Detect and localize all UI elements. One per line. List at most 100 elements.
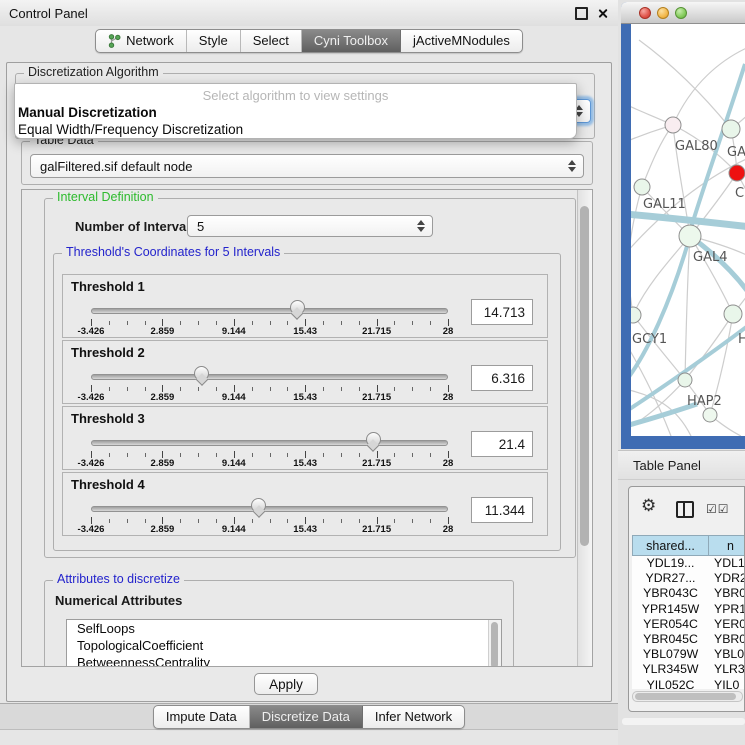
network-node[interactable] xyxy=(703,408,717,422)
threshold-4-slider-thumb[interactable] xyxy=(251,498,266,513)
columns-icon[interactable] xyxy=(676,501,694,518)
screen: Control Panel NetworkStyleSelectCyni Too… xyxy=(0,0,745,745)
threshold-1-label: Threshold 1 xyxy=(71,279,145,294)
attribute-item-betweennesscentrality[interactable]: BetweennessCentrality xyxy=(67,654,501,667)
threshold-3-slider-track[interactable] xyxy=(91,440,448,446)
threshold-2-slider-thumb[interactable] xyxy=(194,366,209,381)
threshold-4-value-field[interactable]: 11.344 xyxy=(471,497,533,523)
table-row[interactable]: YDL19...YDL1 xyxy=(632,556,745,571)
tab-jactivemnodules[interactable]: jActiveMNodules xyxy=(401,30,522,52)
tab-infer-network[interactable]: Infer Network xyxy=(363,706,464,728)
tab-select[interactable]: Select xyxy=(241,30,302,52)
number-of-intervals-combobox[interactable]: 5 xyxy=(187,215,433,237)
float-window-icon[interactable] xyxy=(575,7,588,20)
table-header-row: shared...n xyxy=(632,535,745,556)
table-hscrollbar-thumb[interactable] xyxy=(635,693,736,700)
teal-edge[interactable] xyxy=(631,236,690,382)
table-horizontal-scrollbar[interactable] xyxy=(632,691,743,702)
tab-cyni-toolbox-label: Cyni Toolbox xyxy=(314,33,388,48)
tab-cyni-toolbox[interactable]: Cyni Toolbox xyxy=(302,30,401,52)
tab-style[interactable]: Style xyxy=(187,30,241,52)
network-node[interactable] xyxy=(665,117,681,133)
attribute-item-selfloops[interactable]: SelfLoops xyxy=(67,620,501,637)
attribute-item-topologicalcoefficient[interactable]: TopologicalCoefficient xyxy=(67,637,501,654)
top-tab-bar: NetworkStyle Select Cyni Toolbox jActiveMNo… xyxy=(0,29,618,53)
threshold-1-value-field[interactable]: 14.713 xyxy=(471,299,533,325)
node-label-h: H xyxy=(738,332,745,347)
apply-button[interactable]: Apply xyxy=(254,673,318,695)
network-node[interactable] xyxy=(729,165,745,181)
table-rows: YDL19...YDL1YDR27...YDR2YBR043CYBR0YPR14… xyxy=(632,556,745,689)
table-row[interactable]: YBL079WYBL0 xyxy=(632,647,745,662)
gray-edge[interactable] xyxy=(690,236,733,314)
gray-edge[interactable] xyxy=(642,125,673,187)
attributes-group: Attributes to discretize Numerical Attri… xyxy=(44,580,514,667)
slider-ticks xyxy=(91,385,448,392)
network-graph: GAL80GACGAL11GAL4GCY1HHAP2 xyxy=(631,24,745,436)
zoom-traffic-light[interactable] xyxy=(675,7,687,19)
network-node[interactable] xyxy=(634,179,650,195)
tab-network[interactable]: Network xyxy=(96,30,187,52)
threshold-3-value-field[interactable]: 21.4 xyxy=(471,431,533,457)
table-row[interactable]: YBR045CYBR0 xyxy=(632,632,745,647)
table-row[interactable]: YLR345WYLR3 xyxy=(632,662,745,677)
column-header-2[interactable]: n xyxy=(709,535,745,556)
popup-item-equal-width-frequency-discretization[interactable]: Equal Width/Frequency Discretization xyxy=(15,121,576,138)
interval-definition-group-title: Interval Definition xyxy=(53,190,158,204)
network-node[interactable] xyxy=(724,305,742,323)
slider-ticks xyxy=(91,451,448,458)
table-row[interactable]: YER054CYER0 xyxy=(632,617,745,632)
tab-discretize-data[interactable]: Discretize Data xyxy=(250,706,363,728)
node-label-hap2: HAP2 xyxy=(687,394,722,409)
network-node[interactable] xyxy=(722,120,740,138)
column-header-1[interactable]: shared... xyxy=(632,535,709,556)
network-node[interactable] xyxy=(678,373,692,387)
table-row[interactable]: YDR27...YDR2 xyxy=(632,571,745,586)
gear-icon[interactable]: ⚙ xyxy=(641,498,656,515)
settings-vertical-scrollbar[interactable] xyxy=(577,190,592,666)
select-checkboxes-icon[interactable]: ☑☑ xyxy=(706,502,730,516)
attributes-scrollbar-thumb[interactable] xyxy=(491,622,498,667)
network-window-titlebar xyxy=(621,2,745,24)
settings-scrollpane: Interval Definition Number of Intervals … xyxy=(21,189,593,667)
threshold-2-value-field[interactable]: 6.316 xyxy=(471,365,533,391)
table-row[interactable]: YPR145WYPR1 xyxy=(632,602,745,617)
gray-edge[interactable] xyxy=(673,46,745,125)
teal-edge[interactable] xyxy=(690,236,745,296)
tab-select-label: Select xyxy=(253,33,289,48)
network-node[interactable] xyxy=(631,307,641,323)
attribute-items: SelfLoopsTopologicalCoefficientBetweenne… xyxy=(67,620,501,667)
tab-infer-network-label: Infer Network xyxy=(375,709,452,724)
right-region: GAL80GACGAL11GAL4GCY1HHAP2 Table Panel ⚙… xyxy=(618,0,745,745)
slider-tick-labels: -3.4262.8599.14415.4321.71528 xyxy=(91,458,448,469)
gray-edge[interactable] xyxy=(631,187,642,264)
settings-scrollbar-thumb[interactable] xyxy=(580,206,589,546)
threshold-3-box: Threshold 3-3.4262.8599.14415.4321.71528… xyxy=(62,406,548,470)
popup-item-manual-discretization[interactable]: Manual Discretization xyxy=(15,104,576,121)
attributes-list-scrollbar[interactable] xyxy=(488,620,501,667)
threshold-4-slider-track[interactable] xyxy=(91,506,448,512)
close-icon[interactable] xyxy=(597,8,608,19)
tab-impute-data[interactable]: Impute Data xyxy=(154,706,250,728)
threshold-1-slider-track[interactable] xyxy=(91,308,448,314)
threshold-3-slider-thumb[interactable] xyxy=(366,432,381,447)
table-row[interactable]: YIL052CYIL0 xyxy=(632,678,745,690)
control-panel: Control Panel NetworkStyleSelectCyni Too… xyxy=(0,0,618,745)
node-label-c: C xyxy=(735,186,744,201)
thresholds-group-title: Threshold's Coordinates for 5 Intervals xyxy=(62,245,284,259)
gray-edge[interactable] xyxy=(633,236,690,315)
node-label-gcy1: GCY1 xyxy=(632,332,667,347)
threshold-1-box: Threshold 1-3.4262.8599.14415.4321.71528… xyxy=(62,274,548,338)
minimize-traffic-light[interactable] xyxy=(657,7,669,19)
network-canvas[interactable]: GAL80GACGAL11GAL4GCY1HHAP2 xyxy=(631,24,745,436)
gray-edge[interactable] xyxy=(685,236,690,380)
gray-edge[interactable] xyxy=(685,314,733,380)
table-row[interactable]: YBR043CYBR0 xyxy=(632,586,745,601)
number-of-intervals-label: Number of Intervals xyxy=(75,219,197,234)
threshold-1-slider-thumb[interactable] xyxy=(290,300,305,315)
network-node[interactable] xyxy=(679,225,701,247)
threshold-2-slider-track[interactable] xyxy=(91,374,448,380)
close-traffic-light[interactable] xyxy=(639,7,651,19)
node-label-ga: GA xyxy=(727,145,745,160)
table-data-combobox[interactable]: galFiltered.sif default node xyxy=(30,154,584,178)
